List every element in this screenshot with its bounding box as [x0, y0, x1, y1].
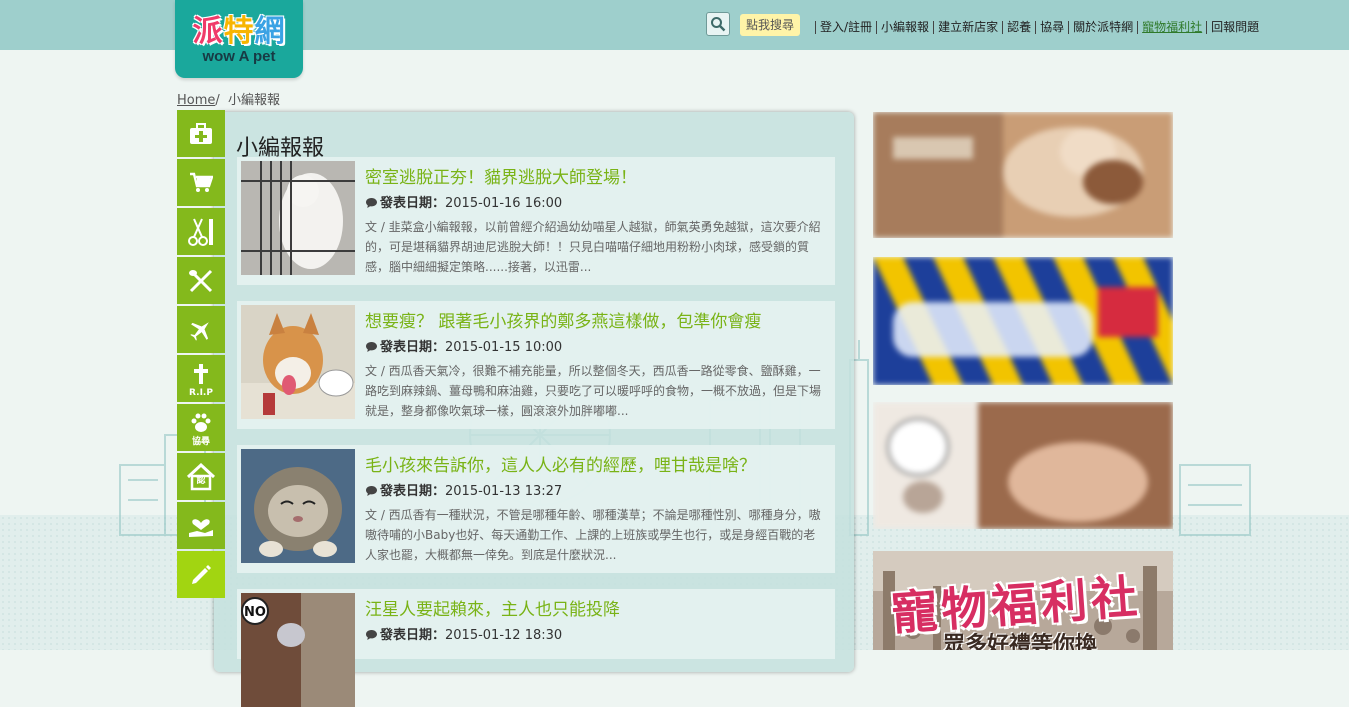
ad-banner-pet-paw[interactable]	[873, 402, 1173, 529]
logo-subtitle: wow A pet	[202, 48, 276, 65]
sidebar-item-travel[interactable]	[177, 306, 225, 353]
article-thumbnail[interactable]	[241, 449, 355, 563]
article-card[interactable]: 毛小孩來告訴你，這人人必有的經歷，哩甘哉是啥？ 發表日期：2015-01-13 …	[237, 445, 835, 573]
pencil-icon	[192, 564, 211, 584]
logo-title: 派特網	[192, 14, 286, 49]
sidebar-item-food[interactable]	[177, 257, 225, 304]
category-sidebar: R.I.P 協尋 認	[177, 110, 225, 600]
sidebar-item-adopt[interactable]: 認	[177, 453, 225, 500]
article-date: 發表日期：2015-01-12 18:30	[365, 624, 562, 643]
sidebar-item-medical[interactable]	[177, 110, 225, 157]
ad-banner-pet-welfare[interactable]: 寵物福利社 眾多好禮等你換	[873, 551, 1173, 650]
nav-pet-welfare[interactable]: 寵物福利社	[1137, 20, 1206, 34]
sidebar-item-label: 認	[196, 476, 206, 486]
sidebar-item-grooming[interactable]	[177, 208, 225, 255]
search-button[interactable]	[706, 12, 730, 36]
nav-lost-pet[interactable]: 協尋	[1035, 20, 1068, 34]
rip-cross-icon	[194, 363, 208, 384]
main-nav: 登入/註冊 小編報報 建立新店家 認養 協尋 關於派特網 寵物福利社 回報問題	[815, 17, 1263, 37]
nav-editor-news[interactable]: 小編報報	[876, 20, 933, 34]
article-title[interactable]: 毛小孩來告訴你，這人人必有的經歷，哩甘哉是啥？	[365, 451, 756, 476]
search-icon	[711, 17, 726, 32]
search-tooltip: 點我搜尋	[740, 14, 801, 36]
comment-icon	[366, 342, 377, 352]
sidebar-item-write[interactable]	[177, 551, 225, 598]
fork-spoon-icon	[189, 269, 213, 292]
comment-icon	[366, 630, 377, 640]
promo-subtitle: 眾多好禮等你換	[943, 633, 1098, 650]
article-thumbnail[interactable]	[241, 161, 355, 275]
article-title[interactable]: 想要瘦？ 跟著毛小孩界的鄭多燕這樣做，包準你會瘦	[365, 307, 761, 332]
medical-kit-icon	[190, 122, 212, 144]
breadcrumb-current: 小編報報	[228, 93, 281, 108]
sidebar-item-label: R.I.P	[189, 388, 213, 398]
sidebar-item-care[interactable]	[177, 502, 225, 549]
ad-banner-cat[interactable]	[873, 112, 1173, 238]
site-logo[interactable]: 派特網 wow A pet	[175, 0, 303, 78]
article-date: 發表日期：2015-01-15 10:00	[365, 336, 562, 355]
paw-search-icon	[191, 413, 211, 432]
article-date: 發表日期：2015-01-16 16:00	[365, 192, 562, 211]
airplane-icon	[190, 321, 209, 341]
article-title[interactable]: 密室逃脫正夯！貓界逃脫大師登場！	[365, 163, 637, 188]
sidebar-item-lost-pet[interactable]: 協尋	[177, 404, 225, 451]
nav-create-shop[interactable]: 建立新店家	[933, 20, 1002, 34]
article-card[interactable]: 想要瘦？ 跟著毛小孩界的鄭多燕這樣做，包準你會瘦 發表日期：2015-01-15…	[237, 301, 835, 429]
article-thumbnail[interactable]: NO	[241, 593, 355, 707]
shopping-cart-icon	[190, 172, 213, 192]
article-title[interactable]: 汪星人要起賴來，主人也只能投降	[365, 595, 620, 620]
comment-icon	[366, 198, 377, 208]
sidebar-item-label: 協尋	[191, 437, 210, 447]
nav-adopt[interactable]: 認養	[1002, 20, 1035, 34]
nav-login[interactable]: 登入/註冊	[815, 20, 876, 34]
article-excerpt: 文 / 韭菜盒小編報報，以前曾經介紹過幼幼喵星人越獄，師氣英勇免越獄，這次要介紹…	[365, 220, 821, 274]
nav-about[interactable]: 關於派特網	[1068, 20, 1137, 34]
article-card[interactable]: 密室逃脫正夯！貓界逃脫大師登場！ 發表日期：2015-01-16 16:00 文…	[237, 157, 835, 285]
svg-text:NO: NO	[244, 605, 266, 620]
article-date: 發表日期：2015-01-13 13:27	[365, 480, 562, 499]
nav-report-issue[interactable]: 回報問題	[1206, 20, 1263, 34]
article-card[interactable]: NO 汪星人要起賴來，主人也只能投降 發表日期：2015-01-12 18:30	[237, 589, 835, 707]
hand-heart-icon	[189, 518, 213, 537]
comment-icon	[366, 486, 377, 496]
ad-banner-doggy-poky[interactable]	[873, 257, 1173, 385]
article-excerpt: 文 / 西瓜香有一種狀況，不管是哪種年齡、哪種漢草；不論是哪種性別、哪種身分，嗷…	[365, 508, 821, 562]
sidebar-item-shop[interactable]	[177, 159, 225, 206]
breadcrumb-home[interactable]: Home	[177, 93, 215, 108]
article-excerpt: 文 / 西瓜香天氣冷，很難不補充能量，所以整個冬天，西瓜香一路從零食、鹽酥雞，一…	[365, 364, 822, 418]
sidebar-item-memorial[interactable]: R.I.P	[177, 355, 225, 402]
article-thumbnail[interactable]	[241, 305, 355, 419]
breadcrumb: Home/ 小編報報	[177, 93, 281, 108]
scissors-comb-icon	[188, 218, 213, 246]
